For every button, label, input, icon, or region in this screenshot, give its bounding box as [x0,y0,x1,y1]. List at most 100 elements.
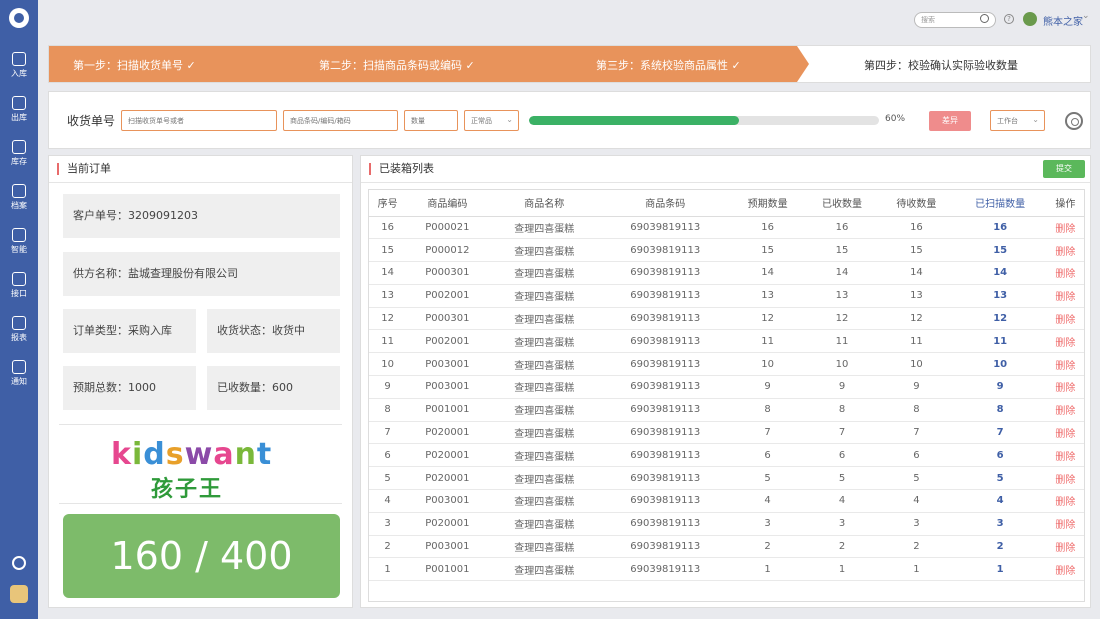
quality-select[interactable]: 正常品 ⌄ [464,110,519,131]
table-cell: 69039819113 [600,352,731,377]
delete-link[interactable]: 删除 [1046,512,1084,536]
delete-link[interactable]: 删除 [1046,421,1084,445]
sidebar-item-2[interactable]: 库存 [0,136,38,174]
table-cell: 查理四喜蛋糕 [488,443,601,468]
table-cell: 2 [369,535,407,559]
table-cell: 69039819113 [600,443,731,468]
sidebar-item-0[interactable]: 入库 [0,48,38,86]
report-icon [12,316,26,330]
table-cell: 9 [730,375,805,399]
smart-icon [12,228,26,242]
table-cell: P003001 [406,375,489,399]
table-cell: 69039819113 [600,238,731,263]
sidebar-item-label: 入库 [11,69,27,78]
table-cell: 2 [879,535,954,559]
delete-link[interactable]: 删除 [1046,284,1084,308]
delete-link[interactable]: 删除 [1046,443,1084,468]
table-cell: 69039819113 [600,284,731,308]
table-cell: 15 [369,238,407,263]
table-row: 2 P003001 查理四喜蛋糕 69039819113 2 2 2 2 删除 [369,535,1084,559]
table-cell: 查理四喜蛋糕 [488,375,601,399]
table-cell: P020001 [406,466,489,491]
user-avatar[interactable] [10,585,28,603]
user-avatar-icon[interactable] [1023,12,1037,26]
table-cell: P000301 [406,261,489,285]
received-qty: 已收数量：600 [207,366,340,410]
table-cell: 16 [369,216,407,240]
delete-link[interactable]: 删除 [1046,557,1084,582]
sidebar-item-6[interactable]: 报表 [0,312,38,350]
search-icon[interactable] [980,14,989,23]
order-no-input[interactable]: 扫描收货单号或者 [121,110,277,131]
table-cell: 5 [730,466,805,491]
diff-button[interactable]: 差异 [929,111,971,131]
column-header: 待收数量 [879,190,954,217]
table-cell: 5 [879,466,954,491]
gear-icon[interactable] [1065,112,1083,130]
table-cell: P002001 [406,329,489,354]
column-header: 已收数量 [804,190,880,217]
delete-link[interactable]: 删除 [1046,216,1084,240]
table-cell: P001001 [406,557,489,582]
delete-link[interactable]: 删除 [1046,261,1084,285]
table-cell: 5 [369,466,407,491]
sidebar-item-4[interactable]: 智能 [0,224,38,262]
delete-link[interactable]: 删除 [1046,398,1084,422]
step-1: 第一步：扫描收货单号 ✓ [73,59,196,72]
table-cell: 6 [953,443,1047,468]
table-cell: 10 [879,352,954,377]
progress-fill [529,116,739,125]
column-header: 操作 [1046,190,1084,217]
table-cell: 1 [730,557,805,582]
quantity-input[interactable]: 数量 [404,110,458,131]
delete-link[interactable]: 删除 [1046,238,1084,263]
sidebar-item-label: 接口 [11,289,27,298]
step-2: 第二步：扫描商品条码或编码 ✓ [319,59,475,72]
table-cell: 4 [369,489,407,513]
table-cell: 1 [804,557,880,582]
table-header-row: 序号 商品编码 商品名称 商品条码 预期数量 已收数量 待收数量 已扫描数量 操作 [369,190,1084,217]
export-icon [12,96,26,110]
table-cell: 11 [953,329,1047,354]
table-cell: 9 [953,375,1047,399]
delete-link[interactable]: 删除 [1046,307,1084,331]
delete-link[interactable]: 删除 [1046,466,1084,491]
table-cell: 69039819113 [600,512,731,536]
help-icon[interactable]: ? [1004,14,1014,24]
table-cell: 1 [879,557,954,582]
table-cell: 10 [369,352,407,377]
table-cell: 7 [879,421,954,445]
table-cell: 9 [804,375,880,399]
github-logo-icon[interactable] [9,8,29,28]
table-cell: 16 [804,216,880,240]
table-row: 5 P020001 查理四喜蛋糕 69039819113 5 5 5 5 删除 [369,466,1084,491]
sidebar-item-3[interactable]: 档案 [0,180,38,218]
submit-button[interactable]: 提交 [1043,160,1085,178]
table-cell: 69039819113 [600,329,731,354]
settings-icon[interactable] [12,556,26,570]
table-cell: 13 [369,284,407,308]
table-cell: 69039819113 [600,398,731,422]
table-cell: 查理四喜蛋糕 [488,489,601,513]
step-progress-bar: 第一步：扫描收货单号 ✓ 第二步：扫描商品条码或编码 ✓ 第三步：系统校验商品属… [48,45,1091,83]
delete-link[interactable]: 删除 [1046,352,1084,377]
table-cell: 15 [804,238,880,263]
table-row: 15 P000012 查理四喜蛋糕 69039819113 15 15 15 15 删除 [369,238,1084,263]
progress-percent: 60% [885,114,906,124]
barcode-input[interactable]: 商品条码/编码/箱码 [283,110,398,131]
delete-link[interactable]: 删除 [1046,329,1084,354]
delete-link[interactable]: 删除 [1046,535,1084,559]
sidebar-item-5[interactable]: 接口 [0,268,38,306]
user-name[interactable]: 熊本之家 [1043,13,1083,28]
sidebar-item-7[interactable]: 通知 [0,356,38,394]
delete-link[interactable]: 删除 [1046,489,1084,513]
table-cell: 69039819113 [600,375,731,399]
station-select[interactable]: 工作台 ⌄ [990,110,1045,131]
delete-link[interactable]: 删除 [1046,375,1084,399]
archive-icon [12,184,26,198]
table-cell: 69039819113 [600,489,731,513]
sidebar-item-1[interactable]: 出库 [0,92,38,130]
chevron-down-icon[interactable]: ⌄ [1082,11,1090,21]
table-cell: 查理四喜蛋糕 [488,557,601,582]
table-cell: 15 [879,238,954,263]
